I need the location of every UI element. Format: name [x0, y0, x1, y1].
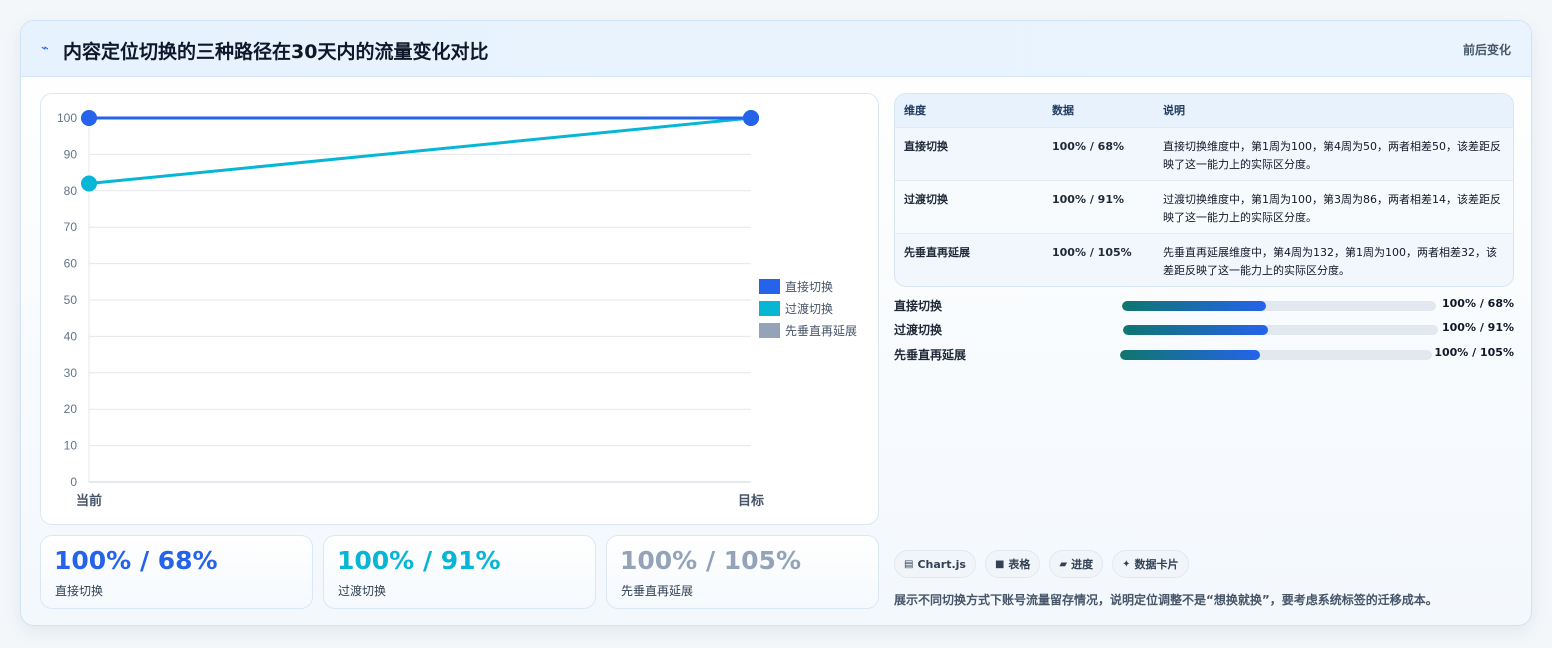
table-row: 直接切换 100% / 68% 直接切换维度中，第1周为100，第4周为50，两…	[895, 127, 1513, 180]
y-tick-label: 50	[64, 293, 78, 307]
kpi-value: 100% / 91%	[337, 546, 501, 575]
legend-swatch	[759, 323, 780, 338]
progress-fill	[1120, 350, 1261, 360]
x-tick-label: 目标	[738, 493, 764, 509]
table-cell: 过渡切换维度中，第1周为100，第3周为86，两者相差14，该差距反映了这一能力…	[1163, 192, 1501, 224]
page-title: 内容定位切换的三种路径在30天内的流量变化对比	[63, 41, 489, 63]
progress-value: 100% / 68%	[1442, 297, 1514, 310]
tag-chips: ▤ Chart.js ■ 表格 ▰ 进度 ✦ 数据卡片	[894, 550, 1189, 578]
legend-label: 先垂直再延展	[785, 324, 857, 338]
table-cell: 直接切换	[904, 139, 948, 153]
y-tick-label: 30	[64, 366, 78, 380]
y-tick-label: 80	[64, 184, 78, 198]
progress-value: 100% / 105%	[1434, 346, 1514, 359]
column-header: 维度	[904, 104, 926, 118]
column-header: 说明	[1163, 104, 1185, 118]
line-chart: 0 10 20 30 40 50 60 70 80 90 100 当前 目标 直接切换过渡切换先垂直再延展	[57, 110, 857, 509]
table-cell: 直接切换维度中，第1周为100，第4周为50，两者相差50，该差距反映了这一能力…	[1163, 139, 1501, 171]
progress-fill	[1123, 325, 1268, 335]
chip-data-card[interactable]: ✦ 数据卡片	[1112, 550, 1189, 578]
progress-track	[1123, 325, 1438, 335]
kpi-card: 100% / 91% 过渡切换	[323, 535, 596, 609]
column-header: 数据	[1052, 104, 1074, 118]
chart-panel: 0 10 20 30 40 50 60 70 80 90 100 当前 目标 直接切换过渡切换先垂直再延展	[40, 93, 879, 525]
progress-row: 先垂直再延展 100% / 105%	[894, 344, 1514, 364]
data-point	[81, 175, 97, 192]
table-cell: 先垂直再延展维度中，第4周为132，第1周为100，两者相差32，该差距反映了这…	[1163, 245, 1497, 277]
chip-table[interactable]: ■ 表格	[984, 550, 1041, 578]
progress-row: 过渡切换 100% / 91%	[894, 319, 1514, 339]
legend-swatch	[759, 279, 780, 294]
y-tick-label: 40	[64, 329, 78, 343]
card-header: ⌁ 内容定位切换的三种路径在30天内的流量变化对比 前后变化	[21, 21, 1531, 77]
legend-label: 过渡切换	[785, 301, 833, 316]
kpi-value: 100% / 68%	[54, 546, 218, 575]
table-cell: 100% / 68%	[1052, 139, 1124, 153]
kpi-card: 100% / 105% 先垂直再延展	[606, 535, 879, 609]
data-card-icon: ✦	[1122, 558, 1131, 570]
kpi-label: 先垂直再延展	[621, 584, 694, 598]
y-tick-label: 10	[64, 439, 78, 453]
y-tick-label: 90	[64, 147, 78, 161]
y-tick-label: 20	[64, 402, 78, 416]
progress-track	[1122, 301, 1436, 311]
table-cell: 先垂直再延展	[904, 245, 970, 259]
y-tick-label: 0	[70, 475, 77, 489]
progress-icon: ▰	[1059, 558, 1068, 570]
lightning-icon: ⌁	[41, 41, 49, 56]
kpi-label: 过渡切换	[338, 584, 387, 598]
footnote: 展示不同切换方式下账号流量留存情况，说明定位调整不是“想换就换”，要考虑系统标签…	[894, 593, 1438, 607]
chip-label: Chart.js	[917, 557, 966, 571]
data-table: 维度 数据 说明 直接切换 100% / 68% 直接切换维度中，第1周为100…	[894, 93, 1514, 287]
progress-label: 直接切换	[894, 299, 943, 313]
series-line	[88, 116, 752, 186]
data-point	[743, 110, 759, 126]
chip-label: 进度	[1071, 558, 1094, 571]
chip-label: 表格	[1008, 558, 1031, 571]
progress-value: 100% / 91%	[1442, 321, 1514, 334]
kpi-value: 100% / 105%	[620, 546, 802, 575]
chip-label: 数据卡片	[1134, 558, 1179, 571]
table-cell: 过渡切换	[904, 192, 948, 206]
y-tick-label: 60	[64, 257, 78, 271]
main-card: ⌁ 内容定位切换的三种路径在30天内的流量变化对比 前后变化 0 10 20 30 40…	[20, 20, 1532, 626]
x-tick-label: 当前	[76, 493, 102, 509]
table-icon: ■	[994, 558, 1005, 570]
data-point	[81, 110, 97, 126]
y-tick-label: 100	[57, 111, 77, 125]
table-row: 先垂直再延展 100% / 105% 先垂直再延展维度中，第4周为132，第1周…	[895, 233, 1513, 286]
progress-row: 直接切换 100% / 68%	[894, 295, 1514, 315]
progress-track	[1120, 350, 1432, 360]
kpi-card: 100% / 68% 直接切换	[40, 535, 313, 609]
table-cell: 100% / 105%	[1052, 245, 1132, 259]
chip-progress[interactable]: ▰ 进度	[1049, 550, 1104, 578]
kpi-label: 直接切换	[55, 584, 104, 598]
chart-icon: ▤	[904, 558, 914, 570]
table-cell: 100% / 91%	[1052, 192, 1124, 206]
table-header-row: 维度 数据 说明	[895, 94, 1513, 127]
chip-chartjs[interactable]: ▤ Chart.js	[894, 550, 976, 578]
progress-fill	[1122, 301, 1267, 311]
y-tick-label: 70	[64, 220, 78, 234]
header-tag: 前后变化	[1462, 43, 1511, 57]
progress-label: 过渡切换	[894, 323, 943, 337]
progress-label: 先垂直再延展	[894, 348, 967, 362]
legend-swatch	[759, 301, 780, 316]
legend-label: 直接切换	[785, 279, 833, 294]
table-row: 过渡切换 100% / 91% 过渡切换维度中，第1周为100，第3周为86，两…	[895, 180, 1513, 233]
